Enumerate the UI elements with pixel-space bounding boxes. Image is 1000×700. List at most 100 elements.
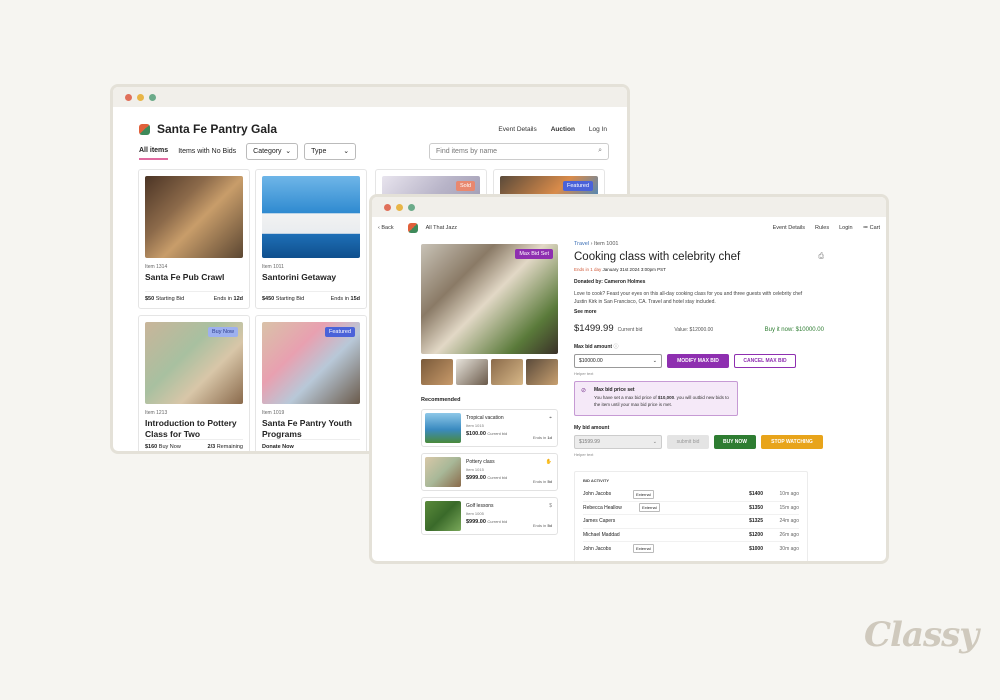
featured-badge: Featured bbox=[562, 181, 593, 191]
item-price: $160 bbox=[145, 444, 158, 450]
price-row: $1499.99 Current bid Value: $12000.00 Bu… bbox=[574, 323, 824, 334]
info-icon[interactable]: ⓘ bbox=[613, 344, 618, 350]
org-logo-icon bbox=[139, 123, 150, 135]
thumbnail[interactable] bbox=[456, 359, 488, 385]
thumbnail[interactable] bbox=[421, 359, 453, 385]
bidder-name: Rebecca Heallow bbox=[583, 504, 622, 511]
my-bid-select[interactable]: $1599.99 ⌄ bbox=[574, 435, 662, 449]
chevron-down-icon: ⌄ bbox=[285, 148, 292, 155]
breadcrumb-travel[interactable]: Travel bbox=[574, 241, 589, 247]
nav-event-details[interactable]: Event Details bbox=[773, 225, 805, 231]
item-price: $450 bbox=[262, 296, 275, 302]
share-icon[interactable]: ⎙ bbox=[818, 253, 824, 261]
minimize-dot-icon[interactable] bbox=[396, 203, 403, 211]
reco-title: Pottery class bbox=[466, 459, 495, 465]
nav-log-in[interactable]: Log In bbox=[589, 126, 607, 133]
bid-activity: BID ACTIVITY John Jacobs External $1400 … bbox=[574, 471, 808, 561]
close-dot-icon[interactable] bbox=[384, 203, 391, 211]
stop-watching-button[interactable]: STOP WATCHING bbox=[761, 435, 823, 449]
item-card[interactable]: Item 1011 Santorini Getaway $450 Startin… bbox=[255, 169, 367, 309]
bid-time: 15m ago bbox=[779, 504, 799, 511]
search-icon[interactable]: ⌕ bbox=[598, 147, 602, 155]
reco-ends-label: Ends in bbox=[532, 435, 547, 440]
max-bid-select[interactable]: $10000.00 ⌄ bbox=[574, 354, 662, 368]
auction-end: Ends in 1 day January 31st 2024 3:00pm P… bbox=[574, 267, 824, 272]
my-bid-label: My bid amount bbox=[574, 425, 610, 431]
recommended-item[interactable]: Pottery class Item 1015 $999.00 Current … bbox=[421, 453, 558, 491]
max-bid-label-text: Max bid amount bbox=[574, 344, 613, 350]
nav-cart[interactable]: ≔ Cart bbox=[863, 225, 880, 231]
submit-bid-button[interactable]: submit bid bbox=[667, 435, 709, 449]
main-product-image[interactable]: Max Bid Set bbox=[421, 244, 558, 354]
max-bid-value: $10000.00 bbox=[579, 358, 603, 364]
modify-max-bid-button[interactable]: MODIFY MAX BID bbox=[667, 354, 729, 368]
item-title: Cooking class with celebrity chef bbox=[574, 251, 741, 263]
top-nav: Event Details Rules Login ≔ Cart bbox=[773, 225, 880, 231]
bidder-name: James Capers bbox=[583, 518, 616, 525]
reco-ends-label: Ends in bbox=[532, 479, 547, 484]
external-badge: External bbox=[633, 544, 654, 554]
ends-value: 12d bbox=[233, 296, 243, 302]
chevron-down-icon: ⌄ bbox=[652, 358, 657, 364]
thumbnail[interactable] bbox=[526, 359, 558, 385]
external-badge: External bbox=[639, 503, 660, 513]
max-bid-alert: ⊘ Max bid price set You have set a max b… bbox=[574, 381, 738, 416]
nav-auction[interactable]: Auction bbox=[551, 126, 575, 133]
reco-image bbox=[425, 413, 461, 443]
minimize-dot-icon[interactable] bbox=[137, 93, 144, 101]
item-number: Item 1213 bbox=[145, 410, 168, 416]
reco-info: Golf lessons Item 1005 $999.00 Current b… bbox=[466, 501, 554, 531]
classy-logo: Classy bbox=[864, 615, 979, 655]
current-bid-amount: $1499.99 bbox=[574, 323, 614, 334]
back-label: Back bbox=[381, 225, 394, 231]
reco-ends: Ends in 5d bbox=[533, 479, 552, 484]
my-bid-value: $1599.99 bbox=[579, 439, 600, 445]
close-dot-icon[interactable] bbox=[125, 93, 132, 101]
bid-row: John Jacobs External $1000 30m ago bbox=[583, 542, 799, 556]
price-label: Starting Bid bbox=[155, 296, 185, 302]
bidder-name: John Jacobs bbox=[583, 491, 612, 498]
check-circle-icon: ⊘ bbox=[581, 388, 587, 394]
alert-body: You have set a max bid price of $10,000.… bbox=[594, 395, 731, 408]
reco-info: Pottery class Item 1015 $999.00 Current … bbox=[466, 457, 554, 487]
item-card[interactable]: Featured Item 1019 Santa Fe Pantry Youth… bbox=[255, 315, 367, 451]
recommended-item[interactable]: Tropical vacation Item 1015 $100.00 Curr… bbox=[421, 409, 558, 447]
maximize-dot-icon[interactable] bbox=[149, 93, 156, 101]
bidder-name: John Jacobs bbox=[583, 545, 612, 552]
buy-now-badge: Buy Now bbox=[207, 327, 238, 337]
tag-icon: ⌖ bbox=[549, 415, 552, 421]
nav-event-details[interactable]: Event Details bbox=[498, 126, 536, 133]
thumbnail[interactable] bbox=[491, 359, 523, 385]
nav-rules[interactable]: Rules bbox=[815, 225, 829, 231]
buy-it-now-price: Buy it now: $10000.00 bbox=[764, 327, 824, 333]
donate-now-label[interactable]: Donate Now bbox=[262, 444, 294, 450]
bid-row: Rebecca Heallow External $1350 15m ago bbox=[583, 502, 799, 515]
category-select[interactable]: Category ⌄ bbox=[246, 142, 299, 160]
tab-all-items[interactable]: All items bbox=[139, 143, 169, 160]
helper-text: Helper text bbox=[574, 371, 594, 376]
recommended-item[interactable]: Golf lessons Item 1005 $999.00 Current b… bbox=[421, 497, 558, 535]
reco-price-label: Current bid bbox=[487, 475, 508, 480]
item-image bbox=[262, 176, 360, 258]
item-card[interactable]: Buy Now Item 1213 Introduction to Potter… bbox=[138, 315, 250, 451]
see-more-link[interactable]: See more bbox=[574, 309, 824, 315]
back-link[interactable]: ‹ Back bbox=[378, 225, 394, 231]
nav-login[interactable]: Login bbox=[839, 225, 852, 231]
item-value: Value: $12000.00 bbox=[674, 327, 714, 333]
cart-label: Cart bbox=[869, 225, 880, 231]
chevron-down-icon: ⌄ bbox=[343, 148, 350, 155]
search-input[interactable]: Find items by name ⌕ bbox=[429, 142, 609, 160]
cancel-max-bid-button[interactable]: CANCEL MAX BID bbox=[734, 354, 796, 368]
tab-no-bids[interactable]: Items with No Bids bbox=[178, 144, 236, 159]
item-number: Item 1019 bbox=[262, 410, 285, 416]
cart-icon: ≔ bbox=[862, 225, 869, 231]
max-bid-row: $10000.00 ⌄ MODIFY MAX BID CANCEL MAX BI… bbox=[574, 354, 824, 368]
maximize-dot-icon[interactable] bbox=[408, 203, 415, 211]
item-title-row: Cooking class with celebrity chef ⎙ bbox=[574, 251, 824, 263]
type-select[interactable]: Type ⌄ bbox=[304, 142, 357, 160]
buy-now-button[interactable]: BUY NOW bbox=[714, 435, 756, 449]
sold-badge: Sold bbox=[455, 181, 475, 191]
reco-ends-value: 5d bbox=[547, 479, 552, 484]
category-select-label: Category bbox=[253, 147, 282, 155]
item-card[interactable]: Item 1314 Santa Fe Pub Crawl $50 Startin… bbox=[138, 169, 250, 309]
